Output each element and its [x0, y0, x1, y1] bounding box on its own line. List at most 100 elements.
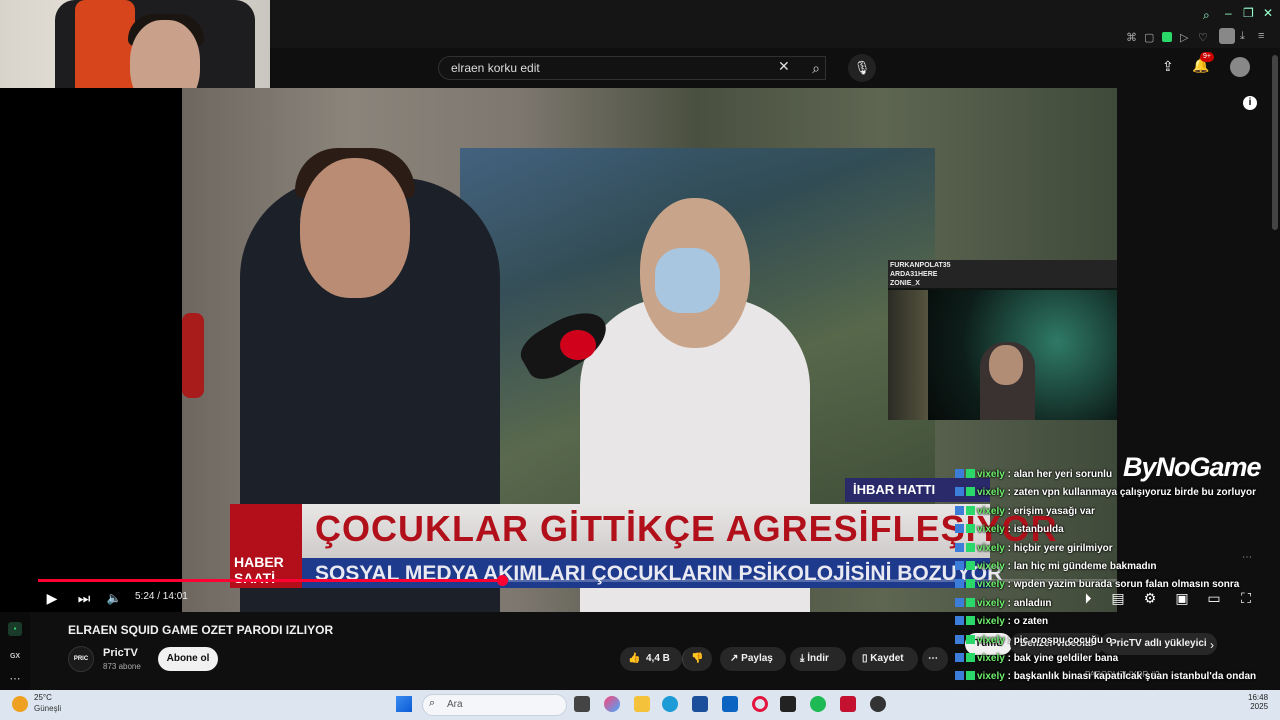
chat-badges — [955, 485, 977, 497]
clear-search-icon[interactable]: ✕ — [778, 58, 790, 75]
mic-icon: 🎙 — [853, 60, 871, 75]
vpn-shield-icon[interactable] — [1162, 32, 1172, 42]
snapshot-icon[interactable]: ▢ — [1144, 31, 1154, 44]
search-icon: ⌕ — [812, 60, 820, 76]
video-player[interactable]: İHBAR HATTI ÇOCUKLAR GİTTİKÇE AGRESİFLEŞ… — [0, 88, 1117, 612]
chat-separator: : — [1004, 653, 1014, 665]
play-icon[interactable]: ▶ — [42, 588, 62, 608]
chat-username[interactable]: vixely — [977, 579, 1005, 590]
game-stairs — [888, 290, 928, 420]
pip-streamer-face — [989, 345, 1023, 385]
valorant-icon[interactable] — [840, 696, 856, 712]
like-button[interactable]: 👍 4,4 B — [620, 647, 682, 671]
pin-icon[interactable]: ⌘ — [1126, 31, 1137, 44]
chat-username[interactable]: vixely — [977, 561, 1005, 572]
heart-icon[interactable]: ♡ — [1198, 31, 1208, 44]
chat-message: vixely : zaten vpn kullanmaya çalışıyoru… — [955, 484, 1280, 502]
chat-text: başkanlık binası kapatılcak şuan istanbu… — [1013, 671, 1257, 683]
chat-username[interactable]: vixely — [977, 671, 1005, 682]
maximize-icon[interactable]: ❐ — [1243, 6, 1254, 20]
menu-icon[interactable]: ≡ — [1258, 30, 1264, 42]
chat-badges — [955, 541, 977, 552]
weather-icon[interactable] — [12, 696, 28, 712]
dislike-button[interactable]: 👎 — [682, 647, 712, 671]
save-button[interactable]: ▯ Kaydet — [852, 647, 918, 671]
upload-icon[interactable]: ⇪ — [1162, 58, 1174, 75]
edge-icon[interactable] — [662, 696, 678, 712]
spotify-icon[interactable] — [810, 696, 826, 712]
notification-badge: 9+ — [1200, 52, 1214, 62]
chat-username[interactable]: vixely — [977, 653, 1005, 664]
store-icon[interactable] — [692, 696, 708, 712]
search-input[interactable]: elraen korku edit — [438, 56, 826, 80]
copilot-icon[interactable] — [604, 696, 620, 712]
profile-icon[interactable] — [1219, 28, 1235, 44]
chat-username[interactable]: vixely — [977, 598, 1005, 609]
chat-separator: : — [1004, 524, 1014, 536]
channel-name[interactable]: PricTV — [103, 647, 138, 659]
start-icon[interactable] — [396, 696, 412, 712]
chat-username[interactable]: vixely — [977, 635, 1005, 646]
minimize-icon[interactable]: – — [1225, 6, 1232, 20]
chat-message: vixely : piç orospu çocuğu o — [955, 632, 1280, 650]
chat-username[interactable]: vixely — [977, 543, 1005, 554]
next-icon[interactable]: ⏭ — [74, 588, 94, 608]
channel-avatar[interactable]: PRIC — [68, 646, 94, 672]
share-button[interactable]: ↗ Paylaş — [720, 647, 786, 671]
info-icon[interactable]: i — [1243, 96, 1257, 110]
subscribe-button[interactable]: Abone ol — [158, 647, 218, 671]
chat-message: vixely : o zaten — [955, 613, 1280, 631]
chat-separator: : — [1004, 634, 1014, 646]
chat-separator: : — [1004, 469, 1014, 480]
chat-badges — [955, 577, 977, 589]
chat-separator: : — [1004, 616, 1014, 628]
chat-text: lan hiç mi gündeme bakmadın — [1013, 561, 1157, 573]
chat-badges — [955, 669, 977, 681]
browser-search-icon[interactable]: ⌕ — [1203, 8, 1210, 23]
chat-username[interactable]: vixely — [977, 487, 1005, 498]
task-view-icon[interactable] — [574, 696, 590, 712]
gx-corner-icon[interactable]: ▪ — [8, 622, 22, 636]
file-explorer-icon[interactable] — [634, 696, 650, 712]
play-icon[interactable]: ▷ — [1180, 31, 1188, 44]
chat-username[interactable]: vixely — [977, 524, 1005, 535]
chat-more-icon[interactable]: ⋯ — [1242, 552, 1252, 563]
weather-temperature: 25°C — [34, 693, 52, 702]
obs-icon[interactable] — [870, 696, 886, 712]
volume-icon[interactable]: 🔈 — [104, 588, 124, 608]
download-icon[interactable]: ⤓ — [1240, 30, 1245, 43]
picture-in-picture-stream: FURKANPOLAT35 ARDA31HERE ZONIE_X — [888, 260, 1117, 420]
more-icon[interactable]: ⋯ — [8, 672, 22, 686]
share-icon: ↗ — [730, 653, 742, 664]
more-actions-button[interactable]: ⋯ — [922, 647, 948, 671]
opera-gx-icon[interactable] — [752, 696, 768, 712]
youtube-header: elraen korku edit ✕ ⌕ 🎙 ⇪ 🔔 9+ — [270, 48, 1280, 88]
ticker-subheadline: SOSYAL MEDYA AKIMLARI ÇOCUKLARIN PSİKOLO… — [315, 562, 1003, 585]
chat-text: wpden yazim burada sorun falan olmasın s… — [1013, 579, 1240, 591]
microphone-logo — [560, 330, 596, 360]
notes-icon[interactable] — [780, 696, 796, 712]
chat-username[interactable]: vixely — [977, 616, 1005, 627]
gx-icon[interactable]: GX — [8, 650, 22, 664]
chat-username[interactable]: vixely — [977, 469, 1005, 480]
search-button[interactable]: ⌕ — [798, 56, 834, 80]
close-icon[interactable]: ✕ — [1263, 6, 1273, 20]
face-mask — [655, 248, 720, 313]
outlook-icon[interactable] — [722, 696, 738, 712]
stream-chat: vixely : alan her yeri sorunlu vixely : z… — [955, 466, 1280, 720]
player-name: FURKANPOLAT35 — [890, 262, 951, 269]
page-scrollbar[interactable] — [1272, 55, 1278, 230]
chat-message: vixely : anladıın — [955, 595, 1280, 613]
chat-message: vixely : bak yine geldiler bana — [955, 650, 1280, 668]
avatar[interactable] — [1230, 57, 1250, 77]
chat-username[interactable]: vixely — [977, 506, 1005, 517]
voice-search-button[interactable]: 🎙 — [848, 54, 876, 82]
thumbs-down-icon: 👎 — [691, 653, 704, 664]
chat-separator: : — [1004, 487, 1014, 499]
scrubber-handle[interactable] — [496, 575, 508, 586]
chat-text: erişim yasağı var — [1013, 505, 1095, 517]
taskbar-search[interactable]: ⌕ Ara — [422, 694, 567, 716]
chat-badges — [955, 633, 977, 644]
chat-text: o zaten — [1013, 616, 1049, 628]
download-button[interactable]: ⤓ İndir — [790, 647, 846, 671]
